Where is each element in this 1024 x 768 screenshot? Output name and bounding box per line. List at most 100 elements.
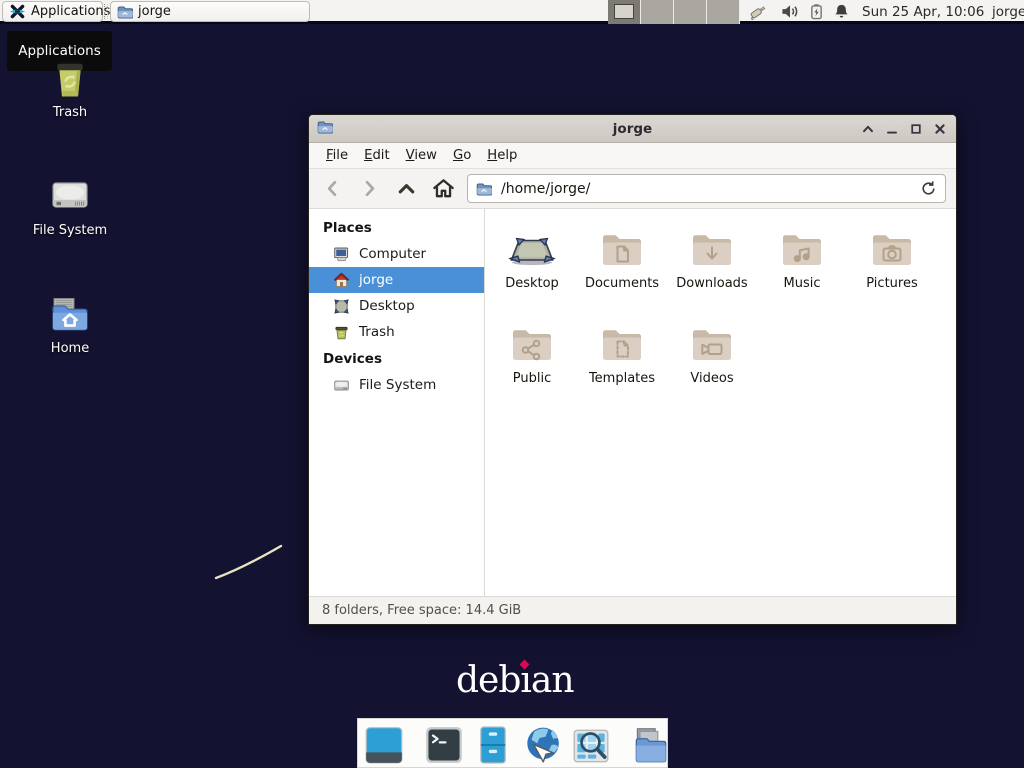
home-folder-icon [22, 290, 118, 338]
sidebar-item-label: jorge [359, 272, 393, 288]
minimize-button[interactable] [885, 122, 899, 136]
file-item-label: Public [513, 371, 551, 386]
file-item-label: Desktop [505, 276, 559, 291]
workspace-cell-3[interactable] [674, 0, 707, 24]
file-item-downloads[interactable]: Downloads [667, 225, 757, 293]
window-folder-icon [117, 4, 133, 20]
sidebar-item-jorge[interactable]: jorge [309, 267, 484, 293]
user-home-icon [333, 272, 350, 289]
file-item-label: Videos [690, 371, 733, 386]
sidebar-item-label: Trash [359, 324, 395, 340]
folder-public-icon [508, 320, 556, 368]
battery-icon[interactable] [810, 3, 823, 20]
desktop-screen: debıan Applications Trash File System Ho… [0, 0, 1024, 768]
file-item-templates[interactable]: Templates [577, 320, 667, 388]
menu-file[interactable]: File [318, 144, 356, 167]
trash-small-icon [333, 324, 350, 341]
bottom-dock [357, 718, 668, 768]
network-icon[interactable] [746, 3, 772, 20]
sidebar-item-label: File System [359, 377, 436, 393]
menu-view[interactable]: View [398, 144, 445, 167]
dock-launcher-file-cabinet[interactable] [472, 724, 514, 766]
menu-edit[interactable]: Edit [356, 144, 398, 167]
workspace-cell-1[interactable] [608, 0, 641, 24]
forward-button[interactable] [356, 176, 382, 202]
file-item-label: Music [784, 276, 821, 291]
notifications-bell-icon[interactable] [833, 3, 850, 20]
applications-menu-label: Applications [31, 4, 110, 19]
folder-templates-icon [598, 320, 646, 368]
file-item-documents[interactable]: Documents [577, 225, 667, 293]
folder-pictures-icon [868, 225, 916, 273]
taskbar-window-label: jorge [138, 4, 171, 19]
trash-icon [22, 54, 118, 102]
file-item-public[interactable]: Public [487, 320, 577, 388]
folder-downloads-icon [688, 225, 736, 273]
file-manager-window: jorge File Edit View Go Help [308, 114, 957, 625]
applications-menu-button[interactable]: Applications [2, 1, 103, 22]
back-button[interactable] [319, 176, 345, 202]
menu-help[interactable]: Help [479, 144, 525, 167]
path-input[interactable]: /home/jorge/ [467, 174, 946, 203]
desktop-icon-label: File System [22, 223, 118, 238]
folder-music-icon [778, 225, 826, 273]
dock-launcher-show-desktop[interactable] [363, 724, 405, 766]
path-text[interactable]: /home/jorge/ [501, 181, 911, 197]
places-sidebar: Places Computer jorge Desktop [309, 209, 485, 596]
debian-wordmark: debıan [456, 660, 574, 701]
workspace-window-preview [614, 4, 634, 19]
home-button[interactable] [430, 176, 456, 202]
xfce-menu-icon [9, 3, 26, 20]
desktop-icon [333, 298, 350, 315]
panel-clock[interactable]: Sun 25 Apr, 10:06 [862, 4, 984, 20]
sidebar-item-computer[interactable]: Computer [309, 241, 484, 267]
dock-launcher-web-browser[interactable] [521, 724, 563, 766]
panel-user-menu[interactable]: jorge [992, 4, 1024, 20]
workspace-cell-2[interactable] [641, 0, 674, 24]
file-item-desktop[interactable]: Desktop [487, 225, 577, 293]
drive-small-icon [333, 377, 350, 394]
volume-icon[interactable] [780, 3, 801, 20]
status-bar: 8 folders, Free space: 14.4 GiB [309, 596, 956, 624]
file-item-label: Downloads [676, 276, 747, 291]
menu-bar: File Edit View Go Help [309, 143, 956, 169]
menu-go[interactable]: Go [445, 144, 479, 167]
up-button[interactable] [393, 176, 419, 202]
toolbar: /home/jorge/ [309, 169, 956, 209]
desktop-icon-trash[interactable]: Trash [22, 54, 118, 120]
workspace-cell-4[interactable] [707, 0, 740, 24]
window-title: jorge [309, 121, 956, 137]
file-grid: Desktop Documents Downloads Music [485, 209, 956, 596]
panel-grip[interactable] [104, 4, 108, 19]
desktop-icon-home[interactable]: Home [22, 290, 118, 356]
reload-button[interactable] [920, 180, 937, 197]
desktop-icon-file-system[interactable]: File System [22, 172, 118, 238]
sidebar-header-devices: Devices [309, 345, 484, 372]
sidebar-item-file-system[interactable]: File System [309, 372, 484, 398]
computer-icon [333, 246, 350, 263]
dock-launcher-app-finder[interactable] [570, 724, 612, 766]
window-titlebar[interactable]: jorge [309, 115, 956, 143]
file-item-music[interactable]: Music [757, 225, 847, 293]
close-button[interactable] [933, 122, 947, 136]
file-item-pictures[interactable]: Pictures [847, 225, 937, 293]
shade-button[interactable] [861, 122, 875, 136]
sidebar-item-desktop[interactable]: Desktop [309, 293, 484, 319]
maximize-button[interactable] [909, 122, 923, 136]
sidebar-item-trash[interactable]: Trash [309, 319, 484, 345]
drive-icon [22, 172, 118, 220]
dock-launcher-terminal[interactable] [423, 724, 465, 766]
workspace-pager [608, 0, 740, 24]
taskbar-window-button[interactable]: jorge [110, 1, 310, 22]
sidebar-item-label: Computer [359, 246, 426, 262]
file-item-label: Templates [589, 371, 655, 386]
user-desktop-icon [508, 225, 556, 273]
folder-videos-icon [688, 320, 736, 368]
desktop-icon-label: Home [22, 341, 118, 356]
path-folder-icon [476, 181, 492, 197]
folder-documents-icon [598, 225, 646, 273]
file-item-videos[interactable]: Videos [667, 320, 757, 388]
window-title-folder-icon [317, 119, 333, 135]
dock-launcher-file-manager[interactable] [630, 724, 672, 766]
file-item-label: Documents [585, 276, 659, 291]
